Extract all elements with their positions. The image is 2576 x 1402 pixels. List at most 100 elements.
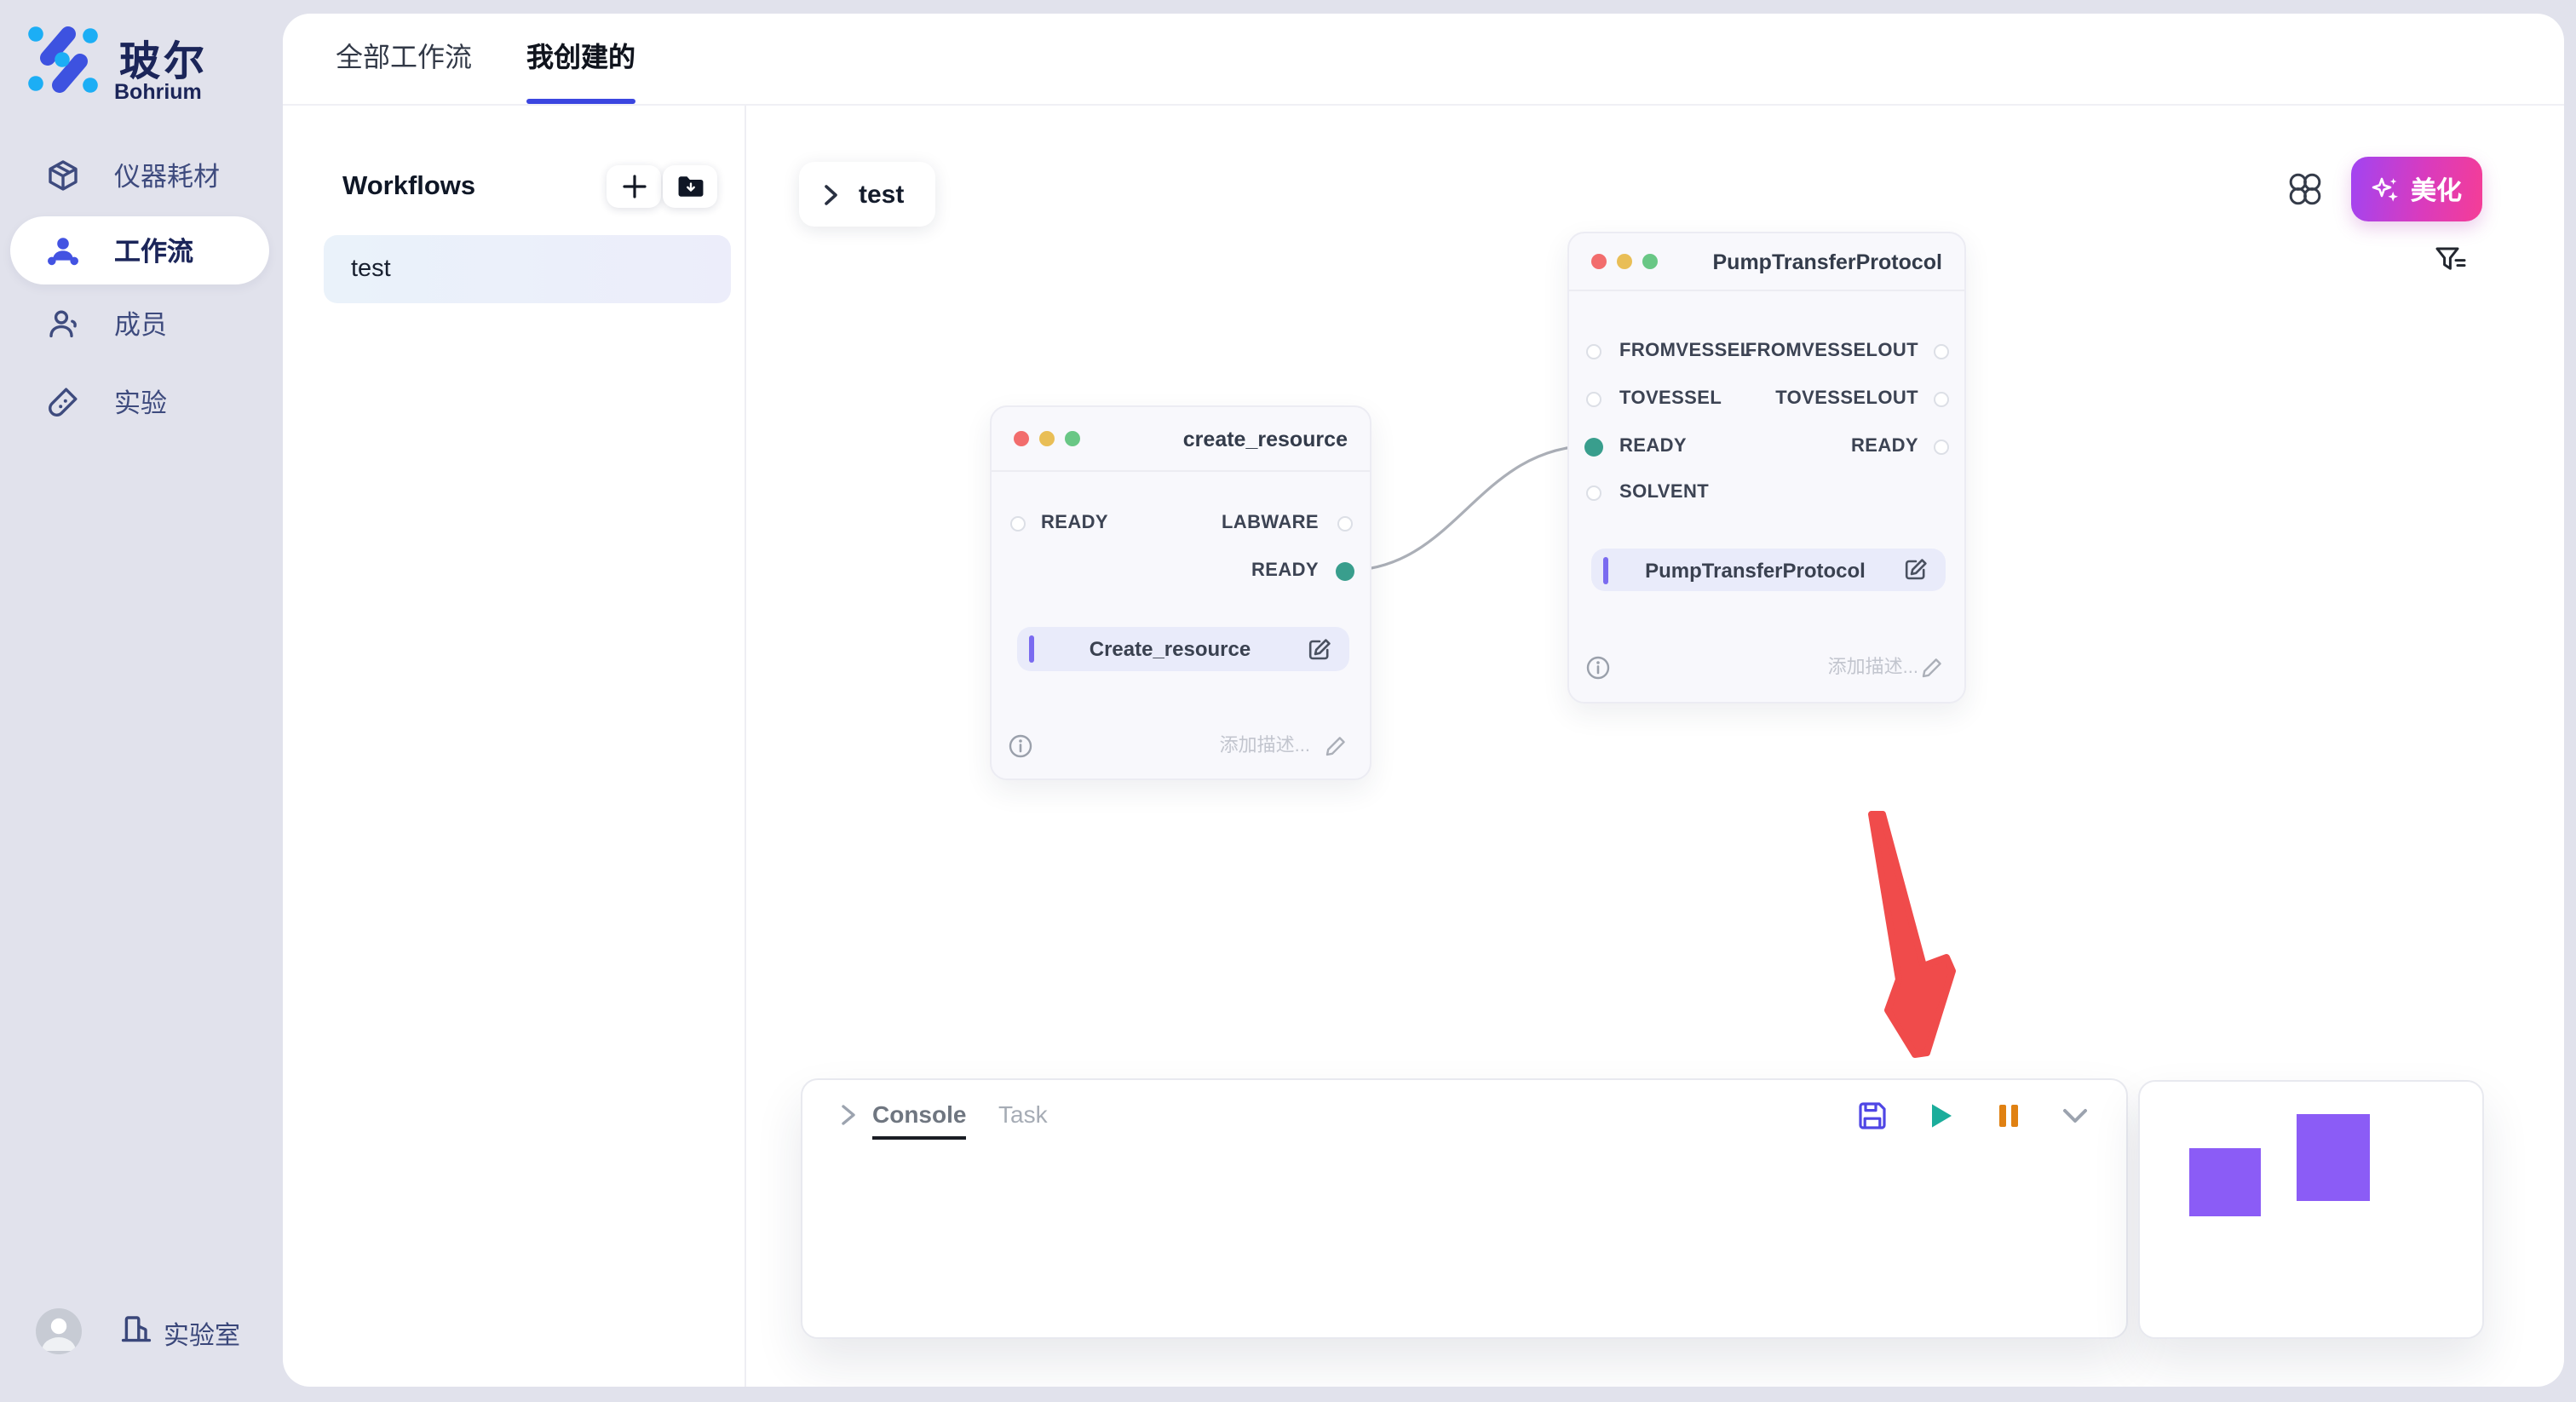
node-header: create_resource <box>992 407 1370 472</box>
tab-all-workflows[interactable]: 全部工作流 <box>336 14 472 104</box>
dot-yellow-icon <box>1617 254 1632 269</box>
info-icon[interactable] <box>1009 734 1032 758</box>
plus-icon <box>621 174 647 199</box>
sidebar-item-instruments[interactable]: 仪器耗材 <box>10 141 269 210</box>
description-placeholder[interactable]: 添加描述... <box>1220 736 1310 756</box>
pencil-icon[interactable] <box>1325 736 1346 756</box>
building-icon <box>119 1312 153 1346</box>
port-label: TOVESSELOUT <box>1775 390 1918 409</box>
run-play-icon[interactable] <box>1925 1100 1956 1131</box>
input-port-ready-connected[interactable] <box>1584 437 1603 456</box>
avatar[interactable] <box>36 1308 82 1354</box>
chevron-down-icon[interactable] <box>2060 1100 2090 1131</box>
beautify-button-label: 美化 <box>2411 171 2462 207</box>
chevron-right-icon[interactable] <box>837 1104 859 1126</box>
node-pump-transfer-protocol[interactable]: PumpTransferProtocol FROMVESSEL FROMVESS… <box>1567 232 1966 704</box>
edit-icon[interactable] <box>1903 557 1929 583</box>
dot-green-icon <box>1065 431 1080 446</box>
tab-my-created[interactable]: 我创建的 <box>526 14 635 104</box>
minimap-node-rect <box>2189 1148 2261 1216</box>
node-connection-edge[interactable] <box>1345 445 1595 571</box>
port-label: READY <box>1041 514 1108 533</box>
save-icon[interactable] <box>1857 1100 1888 1131</box>
edit-icon[interactable] <box>1307 636 1332 662</box>
input-port-solvent[interactable] <box>1586 486 1601 501</box>
port-label: FROMVESSEL <box>1619 342 1752 361</box>
workflow-item-label: test <box>351 256 391 283</box>
test-tube-icon <box>46 385 80 419</box>
workflow-icon <box>46 233 80 267</box>
node-function-pill[interactable]: PumpTransferProtocol <box>1591 549 1946 591</box>
pill-label: Create_resource <box>1033 637 1307 661</box>
pill-label: PumpTransferProtocol <box>1607 558 1903 582</box>
sidebar-item-label: 成员 <box>114 305 167 342</box>
brand-subtitle: Bohrium <box>114 80 202 104</box>
port-label: READY <box>1851 437 1918 456</box>
port-label: READY <box>1619 437 1687 456</box>
workflow-tabbar: 全部工作流 我创建的 <box>283 14 2564 106</box>
workflows-panel: Workflows test <box>283 106 746 1387</box>
node-header: PumpTransferProtocol <box>1569 233 1964 291</box>
node-create-resource[interactable]: create_resource READY LABWARE READY Crea… <box>990 405 1371 780</box>
box-icon <box>46 158 80 192</box>
info-icon[interactable] <box>1586 656 1610 680</box>
port-label: LABWARE <box>1222 514 1319 533</box>
console-panel[interactable]: Console Task <box>801 1078 2128 1339</box>
import-folder-button[interactable] <box>663 165 717 208</box>
node-title: PumpTransferProtocol <box>1713 250 1943 273</box>
bohrium-logo-icon <box>26 22 101 97</box>
account-row: 实验室 <box>0 1307 283 1358</box>
active-tab-underline <box>526 99 635 104</box>
brand-name: 玻尔 <box>119 27 208 87</box>
port-label: FROMVESSELOUT <box>1745 342 1918 361</box>
sidebar-item-label: 工作流 <box>114 232 193 269</box>
add-workflow-button[interactable] <box>607 165 661 208</box>
sidebar-item-experiment[interactable]: 实验 <box>10 368 269 436</box>
traffic-dots <box>1591 254 1658 269</box>
traffic-dots <box>1014 431 1080 446</box>
sidebar-item-members[interactable]: 成员 <box>10 290 269 358</box>
breadcrumb-label: test <box>859 180 904 209</box>
command-clover-icon[interactable] <box>2286 170 2324 208</box>
avatar-person-icon <box>36 1308 82 1354</box>
breadcrumb[interactable]: test <box>799 162 935 227</box>
output-port-tovesselout[interactable] <box>1934 392 1949 407</box>
minimap[interactable] <box>2138 1080 2484 1339</box>
output-port-fromvesselout[interactable] <box>1934 344 1949 359</box>
input-port-ready[interactable] <box>1009 516 1025 531</box>
tab-task[interactable]: Task <box>998 1100 1048 1128</box>
app-window: 玻尔 Bohrium 仪器耗材 工作流 <box>0 0 2576 1402</box>
pause-icon[interactable] <box>1993 1100 2024 1131</box>
filter-icon[interactable] <box>2433 244 2469 279</box>
dot-yellow-icon <box>1039 431 1055 446</box>
chevron-right-icon <box>821 183 840 205</box>
main-content: 全部工作流 我创建的 Workflows test <box>283 14 2564 1387</box>
output-port-labware[interactable] <box>1337 516 1352 531</box>
description-placeholder[interactable]: 添加描述... <box>1828 658 1918 678</box>
sidebar: 玻尔 Bohrium 仪器耗材 工作流 <box>0 0 283 1402</box>
dot-red-icon <box>1014 431 1029 446</box>
minimap-node-rect <box>2297 1114 2370 1201</box>
sidebar-item-label: 仪器耗材 <box>114 157 220 194</box>
tab-console[interactable]: Console <box>872 1100 966 1140</box>
port-label: READY <box>1251 562 1319 581</box>
sidebar-item-label: 实验 <box>114 383 167 421</box>
dot-red-icon <box>1591 254 1607 269</box>
sidebar-item-workflow[interactable]: 工作流 <box>10 216 269 284</box>
workflow-list-item[interactable]: test <box>324 235 731 303</box>
node-function-pill[interactable]: Create_resource <box>1017 627 1349 671</box>
input-port-fromvessel[interactable] <box>1586 344 1601 359</box>
folder-download-icon <box>676 174 704 199</box>
dot-green-icon <box>1642 254 1658 269</box>
input-port-tovessel[interactable] <box>1586 392 1601 407</box>
output-port-ready-connected[interactable] <box>1336 562 1354 581</box>
annotation-arrow <box>1872 814 1952 1054</box>
pencil-icon[interactable] <box>1922 658 1942 678</box>
output-port-ready[interactable] <box>1934 439 1949 454</box>
members-icon <box>46 307 80 341</box>
beautify-button[interactable]: 美化 <box>2351 157 2482 221</box>
workspace-label[interactable]: 实验室 <box>164 1317 240 1353</box>
workflows-panel-title: Workflows <box>342 172 475 203</box>
port-label: SOLVENT <box>1619 484 1709 503</box>
port-label: TOVESSEL <box>1619 390 1722 409</box>
